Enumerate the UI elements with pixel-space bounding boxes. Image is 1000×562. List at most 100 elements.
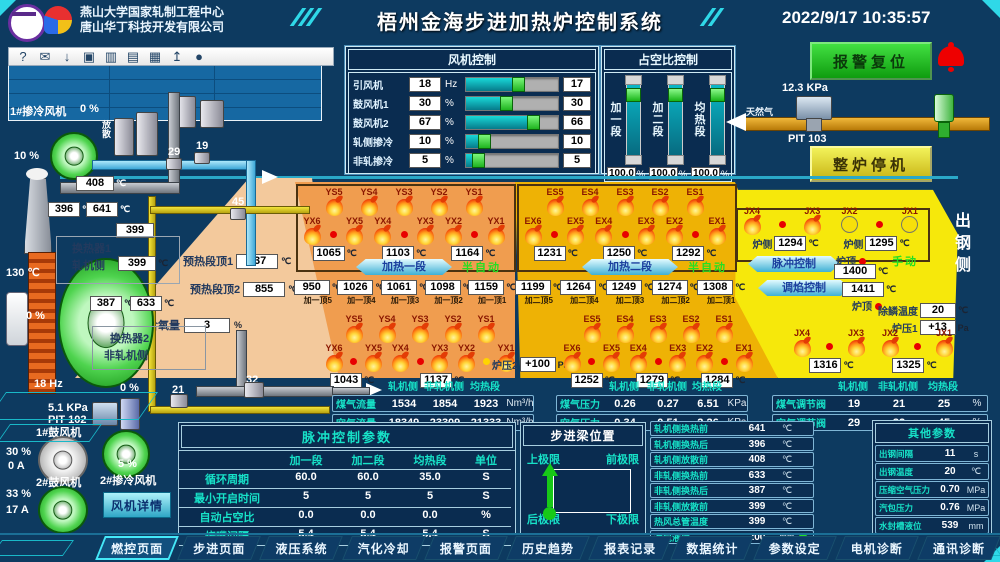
burner[interactable]: EX1 [705, 216, 729, 245]
duty-slider-handle[interactable] [626, 88, 641, 102]
nav-tab[interactable]: 历史趋势 [507, 535, 589, 561]
toolbar-icon[interactable]: ▤ [125, 49, 141, 65]
fan-slider-handle[interactable] [527, 115, 540, 130]
duty-slider[interactable] [626, 83, 641, 157]
cell[interactable]: 0.0 [399, 508, 461, 527]
fan-setpoint-box[interactable]: 67 [409, 115, 441, 130]
cell[interactable]: 0.0 [337, 508, 399, 527]
toolbar-icon[interactable]: ● [191, 49, 207, 65]
fan-slider[interactable] [465, 115, 559, 130]
burner[interactable]: EX3 [634, 216, 658, 245]
toolbar-icon[interactable]: ▣ [81, 49, 97, 65]
burner[interactable]: ES1 [712, 314, 736, 343]
burner[interactable] [549, 221, 559, 245]
duty-slider[interactable] [710, 83, 725, 157]
cell[interactable]: 5 [399, 489, 461, 508]
burner[interactable]: YX1 [484, 216, 508, 245]
burner[interactable]: YS5 [342, 314, 366, 343]
toolbar-icon[interactable]: ▥ [103, 49, 119, 65]
burner[interactable]: ES2 [679, 314, 703, 343]
burner[interactable]: YS3 [392, 187, 416, 216]
burner[interactable] [399, 221, 409, 245]
burner[interactable] [824, 333, 834, 357]
duty-slider[interactable] [668, 83, 683, 157]
nav-tab[interactable]: 参数设定 [754, 535, 836, 561]
fan-detail-button[interactable]: 风机详情 [103, 492, 171, 518]
cell[interactable]: 35.0 [399, 470, 461, 489]
fan-slider-handle[interactable] [512, 77, 525, 92]
burner[interactable]: JX3 [800, 206, 824, 235]
duty-slider-handle[interactable] [668, 88, 683, 102]
burner[interactable]: ES5 [543, 187, 567, 216]
nav-tab[interactable]: 通讯诊断 [918, 535, 1000, 561]
cell[interactable]: 5 [275, 489, 337, 508]
burner[interactable]: YX3 [428, 343, 452, 372]
flame-control-button[interactable]: 调焰控制 [758, 280, 850, 296]
burner[interactable]: JX1 [898, 206, 922, 235]
burner[interactable]: EX6 [560, 343, 584, 372]
alarm-reset-button[interactable]: 报警复位 [810, 42, 932, 80]
burner[interactable] [777, 211, 787, 235]
nav-tab[interactable]: 汽化冷却 [343, 535, 425, 561]
fan1c-icon[interactable] [50, 132, 98, 180]
burner[interactable]: EX2 [663, 216, 687, 245]
burner[interactable]: YS4 [357, 187, 381, 216]
burner[interactable] [719, 348, 729, 372]
fan-setpoint-box[interactable]: 18 [409, 77, 441, 92]
burner[interactable]: YS4 [375, 314, 399, 343]
burner[interactable] [481, 348, 491, 372]
burner[interactable]: YS3 [408, 314, 432, 343]
burner[interactable]: YX4 [371, 216, 395, 245]
burner[interactable]: JX4 [740, 206, 764, 235]
toolbar-icon[interactable]: ✉ [37, 49, 53, 65]
fan-slider-handle[interactable] [478, 134, 491, 149]
burner[interactable]: ES3 [646, 314, 670, 343]
burner[interactable]: YS5 [322, 187, 346, 216]
burner[interactable] [349, 348, 359, 372]
blower2-icon[interactable] [38, 486, 88, 534]
nav-tab[interactable]: 步进页面 [178, 535, 260, 561]
toolbar-icon[interactable]: ↓ [59, 49, 75, 65]
burner[interactable]: EX3 [666, 343, 690, 372]
burner[interactable] [328, 221, 338, 245]
burner[interactable] [691, 221, 701, 245]
burner[interactable]: YX3 [413, 216, 437, 245]
burner[interactable]: JX3 [844, 328, 868, 357]
nav-tab[interactable]: 报表记录 [589, 535, 671, 561]
burner[interactable]: ES4 [578, 187, 602, 216]
burner[interactable] [470, 221, 480, 245]
burner[interactable]: YX2 [442, 216, 466, 245]
burner[interactable]: ES1 [683, 187, 707, 216]
burner[interactable]: YS2 [441, 314, 465, 343]
burner[interactable]: JX4 [790, 328, 814, 357]
fan-setpoint-box[interactable]: 30 [409, 96, 441, 111]
burner[interactable]: YX6 [300, 216, 324, 245]
burner[interactable]: YS1 [462, 187, 486, 216]
nav-tab[interactable]: 液压系统 [260, 535, 342, 561]
pulse-control-button[interactable]: 脉冲控制 [748, 256, 840, 272]
burner[interactable]: ES3 [613, 187, 637, 216]
fan-slider[interactable] [465, 96, 559, 111]
burner[interactable] [620, 221, 630, 245]
fan-setpoint-box[interactable]: 10 [409, 134, 441, 149]
nav-tab[interactable]: 报警页面 [425, 535, 507, 561]
fan-slider-handle[interactable] [500, 96, 513, 111]
cell[interactable]: 60.0 [275, 470, 337, 489]
burner[interactable]: YX2 [455, 343, 479, 372]
burner[interactable]: EX4 [592, 216, 616, 245]
burner[interactable]: YX4 [388, 343, 412, 372]
burner[interactable]: ES5 [580, 314, 604, 343]
fan-slider[interactable] [465, 134, 559, 149]
burner[interactable]: EX6 [521, 216, 545, 245]
toolbar-icon[interactable]: ? [15, 49, 31, 65]
burner[interactable]: JX2 [878, 328, 902, 357]
burner[interactable]: YX5 [362, 343, 386, 372]
nav-tab[interactable]: 燃控页面 [96, 535, 178, 561]
cell[interactable]: 5 [337, 489, 399, 508]
fan-slider-handle[interactable] [472, 153, 485, 168]
nav-tab[interactable]: 数据统计 [671, 535, 753, 561]
burner[interactable]: ES2 [648, 187, 672, 216]
burner[interactable] [587, 348, 597, 372]
nav-tab[interactable]: 电机诊断 [836, 535, 918, 561]
burner[interactable] [415, 348, 425, 372]
